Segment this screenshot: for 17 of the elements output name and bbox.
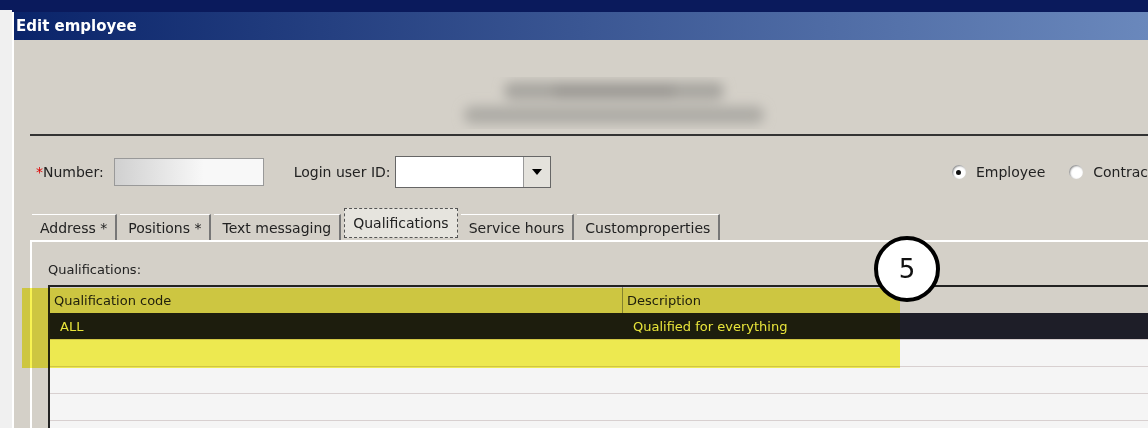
- tab[interactable]: Positions *: [120, 214, 212, 240]
- table-cell: ALL: [60, 318, 84, 334]
- login-dropdown[interactable]: [394, 156, 551, 188]
- tab[interactable]: Qualifications: [344, 208, 458, 238]
- window-title: Edit employee: [16, 17, 137, 35]
- number-field[interactable]: [113, 158, 264, 186]
- field-label: *Number:: [36, 164, 104, 180]
- radio-option[interactable]: Contrac: [1069, 164, 1148, 180]
- tab[interactable]: Text messaging: [214, 214, 342, 240]
- field-label: Login user ID:: [293, 164, 391, 180]
- tab[interactable]: Customproperties: [577, 214, 721, 240]
- tab[interactable]: Service hours: [460, 214, 575, 240]
- dropdown-arrow-icon: [531, 169, 542, 175]
- table-cell: Qualified for everything: [633, 318, 788, 334]
- radio-option[interactable]: Employee: [951, 164, 1046, 180]
- tab[interactable]: Address *: [32, 214, 118, 240]
- qualifications-label: Qualifications:: [48, 262, 142, 277]
